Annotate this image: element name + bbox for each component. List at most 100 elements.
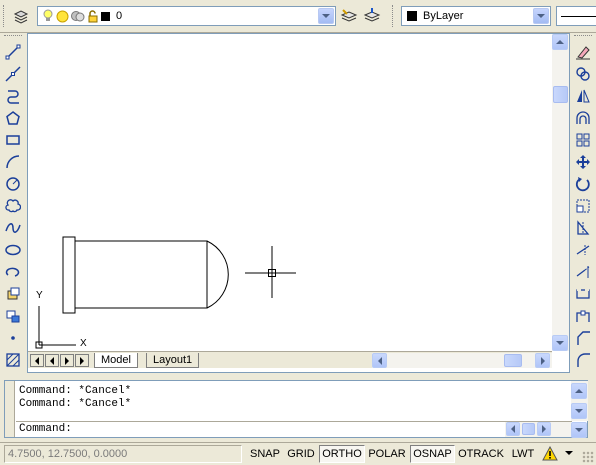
vertical-scrollbar[interactable] (552, 34, 569, 351)
scroll-up-button[interactable] (552, 34, 568, 50)
osnap-toggle[interactable]: OSNAP (410, 445, 455, 463)
join-tool-button[interactable] (572, 305, 594, 326)
ellipse-tool-button[interactable] (2, 239, 24, 260)
point-icon (11, 335, 15, 340)
layer-dropdown[interactable]: 0 (37, 6, 336, 26)
resize-grip[interactable] (582, 451, 594, 463)
command-window-grip[interactable] (5, 381, 15, 437)
viewport-freeze-icon[interactable] (71, 10, 85, 23)
construction-line-tool-button[interactable] (2, 63, 24, 84)
layer-previous-icon (363, 8, 381, 22)
command-history: Command: *Cancel* Command: *Cancel* (19, 385, 131, 411)
command-vertical-scrollbar[interactable] (571, 381, 588, 421)
linetype-sample (561, 15, 596, 17)
ellipse-arc-tool-button[interactable] (2, 261, 24, 282)
polygon-tool-button[interactable] (2, 107, 24, 128)
trim-tool-button[interactable] (572, 239, 594, 260)
scale-icon (576, 199, 590, 212)
polar-toggle[interactable]: POLAR (366, 445, 408, 463)
color-dropdown[interactable]: ByLayer (401, 6, 551, 26)
first-tab-button[interactable] (30, 354, 44, 367)
chamfer-tool-button[interactable] (572, 327, 594, 348)
command-prompt[interactable]: Command: (19, 423, 72, 436)
toolbar-grip[interactable] (392, 5, 395, 27)
horizontal-scroll-thumb[interactable] (504, 354, 522, 367)
snap-toggle[interactable]: SNAP (247, 445, 283, 463)
otrack-toggle[interactable]: OTRACK (456, 445, 506, 463)
spline-tool-button[interactable] (2, 217, 24, 238)
scroll-down-button[interactable] (571, 403, 587, 419)
command-scroll-thumb[interactable] (522, 423, 535, 435)
command-scroll-down-button[interactable] (571, 422, 587, 438)
model-space-canvas[interactable]: Y X (28, 34, 552, 351)
scroll-left-button[interactable] (372, 353, 387, 368)
status-menu-arrow-icon[interactable] (565, 451, 573, 455)
hatch-tool-button[interactable] (2, 349, 24, 370)
rotate-tool-button[interactable] (572, 173, 594, 194)
layout-tab-bar: Model Layout1 (28, 351, 552, 368)
layer-manager-button[interactable] (10, 5, 32, 27)
mirror-icon (577, 89, 590, 102)
insert-block-icon (7, 287, 20, 299)
layer-previous-button[interactable] (361, 5, 383, 27)
last-tab-icon (80, 356, 84, 365)
toolbar-grip[interactable] (574, 35, 592, 38)
rectangle-tool-button[interactable] (2, 129, 24, 150)
array-tool-button[interactable] (572, 129, 594, 150)
sun-icon[interactable] (56, 10, 69, 23)
chevron-down-icon[interactable] (533, 8, 549, 24)
next-tab-button[interactable] (60, 354, 74, 367)
tab-layout1[interactable]: Layout1 (146, 353, 200, 368)
body-rectangle (74, 240, 208, 309)
scale-tool-button[interactable] (572, 195, 594, 216)
offset-tool-button[interactable] (572, 107, 594, 128)
stretch-tool-button[interactable] (572, 217, 594, 238)
revision-cloud-tool-button[interactable] (2, 195, 24, 216)
last-tab-button[interactable] (75, 354, 89, 367)
status-bar: 4.7500, 12.7500, 0.0000 SNAP GRID ORTHO … (0, 442, 596, 464)
make-object-layer-current-button[interactable] (338, 5, 360, 27)
erase-tool-button[interactable] (572, 41, 594, 62)
fillet-tool-button[interactable] (572, 349, 594, 370)
ortho-toggle[interactable]: ORTHO (319, 445, 365, 463)
scroll-right-button[interactable] (537, 422, 551, 436)
chevron-down-icon[interactable] (318, 8, 334, 24)
command-history-line: Command: *Cancel* (19, 385, 132, 397)
mirror-tool-button[interactable] (572, 85, 594, 106)
rotate-icon (575, 176, 590, 191)
polyline-icon (7, 89, 19, 104)
scroll-left-button[interactable] (506, 422, 520, 436)
command-horizontal-scrollbar[interactable] (505, 422, 571, 437)
point-tool-button[interactable] (2, 327, 24, 348)
insert-block-tool-button[interactable] (2, 283, 24, 304)
linetype-dropdown[interactable] (556, 6, 596, 26)
vertical-scroll-thumb[interactable] (553, 86, 568, 103)
copy-tool-button[interactable] (572, 63, 594, 84)
grid-toggle[interactable]: GRID (284, 445, 318, 463)
polyline-tool-button[interactable] (2, 85, 24, 106)
toolbar-grip[interactable] (4, 35, 22, 38)
coordinate-display[interactable]: 4.7500, 12.7500, 0.0000 (4, 445, 242, 463)
break-tool-button[interactable] (572, 283, 594, 304)
scroll-up-button[interactable] (571, 383, 587, 399)
move-tool-button[interactable] (572, 151, 594, 172)
circle-tool-button[interactable] (2, 173, 24, 194)
lightbulb-icon[interactable] (42, 9, 54, 23)
scroll-right-button[interactable] (535, 353, 550, 368)
horizontal-scrollbar[interactable] (372, 353, 552, 368)
flange-rectangle (62, 236, 76, 314)
communication-center-button[interactable] (542, 445, 560, 462)
unlocked-padlock-icon[interactable] (87, 9, 99, 23)
tab-model[interactable]: Model (94, 353, 138, 368)
lwt-toggle[interactable]: LWT (507, 445, 539, 463)
line-tool-button[interactable] (2, 41, 24, 62)
arc-tool-button[interactable] (2, 151, 24, 172)
extend-tool-button[interactable] (572, 261, 594, 282)
scroll-down-button[interactable] (552, 335, 568, 351)
arrow-down-icon (575, 409, 583, 413)
rectangle-icon (6, 134, 20, 145)
previous-tab-button[interactable] (45, 354, 59, 367)
make-block-tool-button[interactable] (2, 305, 24, 326)
arrow-up-icon (575, 389, 583, 393)
toolbar-grip[interactable] (3, 5, 6, 27)
